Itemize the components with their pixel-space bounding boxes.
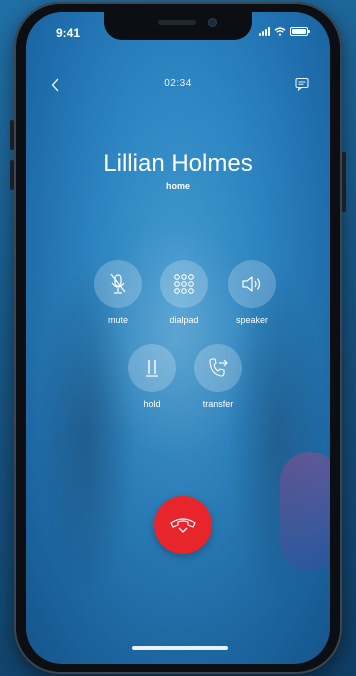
- battery-icon: [290, 27, 310, 36]
- call-timer: 02:34: [164, 78, 192, 89]
- power-button: [342, 152, 346, 212]
- mute-control[interactable]: mute: [88, 260, 148, 325]
- speaker-label: speaker: [235, 315, 269, 325]
- phone-frame: 9:41 02:34 Lillian Holmes home mute dial…: [10, 2, 346, 674]
- caller-line-type: home: [165, 181, 190, 191]
- transfer-icon: [209, 358, 228, 377]
- dialpad-label: dialpad: [169, 315, 199, 325]
- dialpad-button[interactable]: [160, 260, 208, 308]
- mute-button[interactable]: [94, 260, 142, 308]
- earpiece: [158, 20, 196, 25]
- mute-label: mute: [107, 315, 128, 325]
- dialpad-icon: [174, 274, 194, 294]
- speaker-control[interactable]: speaker: [222, 260, 282, 325]
- home-indicator[interactable]: [132, 646, 228, 650]
- dialpad-control[interactable]: dialpad: [154, 260, 214, 325]
- microphone-mute-icon: [110, 273, 126, 294]
- pause-icon: [146, 360, 158, 377]
- caller-photo-background: [26, 12, 330, 664]
- caller-name: Lillian Holmes: [103, 150, 253, 177]
- volume-up-button: [10, 120, 14, 150]
- call-screen: 9:41 02:34 Lillian Holmes home mute dial…: [26, 12, 330, 664]
- end-call-button[interactable]: [154, 496, 212, 554]
- status-icons: [259, 27, 310, 36]
- end-call-icon: [170, 518, 196, 533]
- transfer-button[interactable]: [194, 344, 242, 392]
- wifi-icon: [274, 27, 286, 36]
- notch: [104, 12, 252, 40]
- volume-down-button: [10, 160, 14, 190]
- hold-control[interactable]: hold: [122, 344, 182, 409]
- speaker-icon: [242, 276, 261, 292]
- speaker-button[interactable]: [228, 260, 276, 308]
- front-camera: [208, 18, 217, 27]
- status-time: 9:41: [56, 26, 81, 40]
- background-accent: [280, 452, 330, 572]
- hold-label: hold: [143, 399, 161, 409]
- transfer-label: transfer: [202, 399, 234, 409]
- cellular-signal-icon: [259, 27, 270, 36]
- chat-button[interactable]: [292, 74, 312, 94]
- transfer-control[interactable]: transfer: [188, 344, 248, 409]
- chat-icon: [295, 77, 309, 91]
- hold-button[interactable]: [128, 344, 176, 392]
